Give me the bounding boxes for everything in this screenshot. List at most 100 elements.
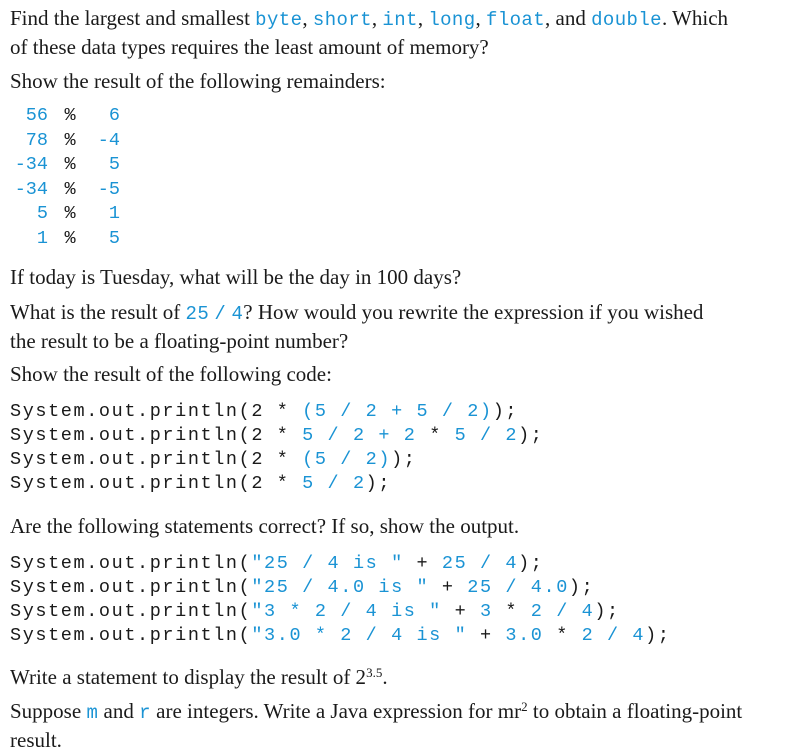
q1-line2: of these data types requires the least a…	[10, 35, 489, 59]
code-token: System.out.println(	[10, 625, 252, 646]
q8-post: to obtain a floating-point	[527, 699, 743, 723]
var-r: r	[139, 702, 151, 724]
code-line: System.out.println(2 * (5 / 2));	[10, 448, 544, 472]
code-token: 3.0	[505, 625, 557, 646]
code-token: 5 / 2	[302, 473, 366, 494]
code-token: System.out.println(2	[10, 401, 277, 422]
code-token: *	[505, 601, 531, 622]
question-data-types: Find the largest and smallest byte, shor…	[10, 5, 805, 61]
remainder-operator: %	[64, 129, 76, 151]
question-day: If today is Tuesday, what will be the da…	[10, 265, 462, 289]
remainder-row: 1% 5	[10, 227, 120, 252]
remainder-row: 78% -4	[10, 129, 120, 154]
type-double: double	[591, 9, 662, 31]
q4-line2: the result to be a floating-point number…	[10, 329, 349, 353]
code-line: System.out.println("3.0 * 2 / 4 is " + 3…	[10, 624, 671, 648]
q7-exponent: 3.5	[366, 665, 383, 680]
remainder-dividend: -34	[14, 154, 48, 175]
code-token: *	[276, 425, 303, 446]
code-block-2: System.out.println("25 / 4 is " + 25 / 4…	[10, 552, 671, 648]
q8-and: and	[98, 699, 140, 723]
code-token: );	[391, 449, 417, 470]
code-line: System.out.println(2 * 5 / 2 + 2 * 5 / 2…	[10, 424, 544, 448]
code-token: *	[276, 449, 303, 470]
code-line: System.out.println("25 / 4.0 is " + 25 /…	[10, 576, 671, 600]
remainder-divisor: -5	[97, 178, 120, 200]
sep: ,	[417, 6, 429, 30]
sep: ,	[302, 6, 313, 30]
q4-text-end: ? How would you rewrite the expression i…	[243, 300, 704, 324]
type-float: float	[486, 9, 546, 31]
sep: ,	[371, 6, 383, 30]
remainder-row: 5% 1	[10, 202, 120, 227]
q4-b: 4	[231, 303, 244, 325]
code-token: );	[518, 553, 544, 574]
q8-text: Suppose	[10, 699, 87, 723]
remainders-table: 56% 6 78% -4 -34% 5 -34% -5 5% 1 1% 5	[10, 104, 120, 251]
question-statements: Are the following statements correct? If…	[10, 514, 520, 538]
code-token: "25 / 4 is "	[251, 553, 404, 574]
code-token: );	[365, 473, 392, 494]
code-token: System.out.println(2	[10, 425, 277, 446]
code-token: +	[403, 553, 442, 574]
remainder-divisor: 1	[108, 203, 120, 224]
code-token: *	[276, 473, 303, 494]
code-token: );	[594, 601, 620, 622]
remainder-dividend: 5	[36, 203, 48, 224]
remainder-operator: %	[64, 178, 76, 200]
q4-text: What is the result of	[10, 300, 186, 324]
code-token: 5 / 2 + 2	[302, 425, 430, 446]
code-line: System.out.println(2 * (5 / 2 + 5 / 2));	[10, 400, 544, 424]
code-token: System.out.println(	[10, 553, 252, 574]
code-token: *	[276, 401, 303, 422]
sep: , and	[545, 6, 592, 30]
q7-text: Write a statement to display the result …	[10, 665, 367, 689]
remainder-divisor: 6	[108, 105, 120, 126]
code-token: System.out.println(2	[10, 449, 277, 470]
code-token: +	[467, 625, 506, 646]
remainder-row: -34% 5	[10, 153, 120, 178]
code-token: "3 * 2 / 4 is "	[251, 601, 442, 622]
type-byte: byte	[255, 9, 303, 31]
code-token: System.out.println(	[10, 577, 252, 598]
type-int: int	[382, 9, 418, 31]
type-long: long	[428, 9, 476, 31]
code-line: System.out.println(2 * 5 / 2);	[10, 472, 544, 496]
question-remainders: Show the result of the following remaind…	[10, 69, 386, 93]
var-m: m	[86, 702, 99, 724]
code-token: *	[429, 425, 455, 446]
code-token: 5 / 2	[454, 425, 519, 446]
remainder-dividend: 1	[36, 227, 48, 249]
code-token: );	[492, 401, 519, 422]
code-token: "3.0 * 2 / 4 is "	[251, 625, 468, 646]
code-token: );	[518, 425, 544, 446]
q4-op: /	[214, 303, 227, 325]
remainder-divisor: 5	[108, 227, 120, 249]
remainder-divisor: -4	[97, 129, 120, 151]
code-token: 2 / 4	[581, 625, 646, 646]
code-token: 3	[479, 601, 506, 622]
q8-line2: result.	[10, 728, 62, 752]
code-block-1: System.out.println(2 * (5 / 2 + 5 / 2));…	[10, 400, 544, 496]
remainder-row: 56% 6	[10, 104, 120, 129]
q1-text-end: . Which	[661, 6, 729, 30]
code-token: System.out.println(2	[10, 473, 277, 494]
code-token: (5 / 2 + 5 / 2)	[302, 401, 493, 422]
question-java-expression: Suppose m and r are integers. Write a Ja…	[10, 698, 805, 754]
remainder-operator: %	[64, 105, 76, 126]
remainder-dividend: -34	[14, 178, 48, 200]
q1-text: Find the largest and smallest	[10, 6, 256, 30]
q7-end: .	[382, 665, 388, 689]
code-token: "25 / 4.0 is "	[251, 577, 430, 598]
remainder-operator: %	[64, 154, 76, 175]
code-token: +	[429, 577, 468, 598]
code-token: 25 / 4.0	[467, 577, 569, 598]
code-token: );	[568, 577, 595, 598]
code-token: System.out.println(	[10, 601, 252, 622]
question-power: Write a statement to display the result …	[10, 664, 388, 691]
question-code-result: Show the result of the following code:	[10, 362, 332, 386]
q4-a: 25	[185, 303, 210, 325]
remainder-operator: %	[64, 227, 76, 249]
code-token: +	[441, 601, 480, 622]
type-short: short	[312, 9, 372, 31]
